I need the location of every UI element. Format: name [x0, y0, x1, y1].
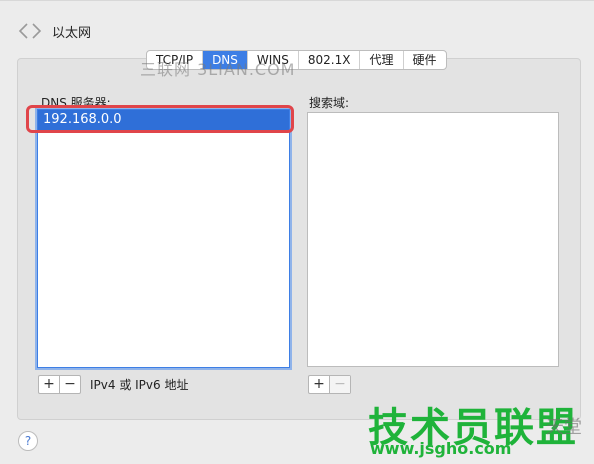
dns-add-remove: + − [38, 375, 81, 394]
tab-8021x[interactable]: 802.1X [299, 51, 361, 69]
dns-address-note: IPv4 或 IPv6 地址 [90, 378, 189, 392]
logo-watermark: 技术员联盟 www.jsgho.com 天堂 [368, 395, 590, 461]
help-button[interactable]: ? [18, 431, 38, 451]
search-add-button[interactable]: + [309, 376, 329, 393]
dns-server-row[interactable]: 192.168.0.0 [38, 110, 289, 130]
dns-servers-list[interactable]: 192.168.0.0 [37, 109, 290, 368]
search-add-remove: + − [308, 375, 351, 394]
watermark-top: 三联网 3LIAN.COM [140, 60, 296, 79]
search-domains-list[interactable] [307, 112, 559, 367]
window-title: 以太网 [52, 26, 92, 41]
nav-arrows[interactable] [16, 20, 46, 42]
search-domains-label: 搜索域: [309, 96, 350, 110]
search-remove-button[interactable]: − [329, 376, 350, 393]
logo-url-text: www.jsgho.com [370, 439, 512, 458]
tab-proxy[interactable]: 代理 [360, 51, 404, 69]
logo-side-text: 天堂 [546, 417, 582, 438]
tab-hardware[interactable]: 硬件 [404, 51, 446, 69]
dns-add-button[interactable]: + [39, 376, 59, 393]
top-divider [0, 0, 594, 5]
chevron-left-icon[interactable] [16, 21, 30, 41]
dns-remove-button[interactable]: − [59, 376, 80, 393]
chevron-right-icon[interactable] [30, 21, 44, 41]
